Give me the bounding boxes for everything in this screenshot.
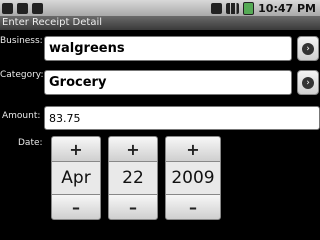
month-spinner: + Apr – xyxy=(51,136,101,220)
year-spinner: + 2009 – xyxy=(165,136,221,220)
battery-icon xyxy=(243,1,255,15)
month-increment-button[interactable]: + xyxy=(51,136,101,162)
day-spinner: + 22 – xyxy=(108,136,158,220)
day-increment-button[interactable]: + xyxy=(108,136,158,162)
category-picker-button[interactable]: › xyxy=(297,70,319,95)
business-value: walgreens xyxy=(49,41,125,56)
category-label: Category: xyxy=(0,70,44,80)
arrow-right-icon: › xyxy=(302,42,314,55)
amount-value: 83.75 xyxy=(49,111,81,125)
status-bar: 10:47 PM xyxy=(0,0,320,16)
month-value[interactable]: Apr xyxy=(51,162,101,194)
year-decrement-button[interactable]: – xyxy=(165,194,221,220)
date-label: Date: xyxy=(18,138,43,148)
notification-icon xyxy=(2,2,13,14)
month-decrement-button[interactable]: – xyxy=(51,194,101,220)
day-decrement-button[interactable]: – xyxy=(108,194,158,220)
usb-icon xyxy=(32,2,43,14)
year-value[interactable]: 2009 xyxy=(165,162,221,194)
business-field[interactable]: walgreens xyxy=(44,36,292,61)
status-right-icons: 10:47 PM xyxy=(211,0,316,16)
year-increment-button[interactable]: + xyxy=(165,136,221,162)
arrow-right-icon: › xyxy=(302,76,314,89)
amount-field[interactable]: 83.75 xyxy=(44,106,320,130)
business-picker-button[interactable]: › xyxy=(297,36,319,61)
amount-label: Amount: xyxy=(2,111,41,121)
status-clock: 10:47 PM xyxy=(258,1,316,15)
day-value[interactable]: 22 xyxy=(108,162,158,194)
download-icon xyxy=(17,2,28,14)
status-left-icons xyxy=(2,0,43,16)
category-value: Grocery xyxy=(49,75,107,90)
business-label: Business: xyxy=(0,36,43,46)
sync-icon xyxy=(211,2,223,14)
screen-title: Enter Receipt Detail xyxy=(0,16,320,30)
signal-icon xyxy=(226,2,240,14)
category-field[interactable]: Grocery xyxy=(44,70,292,95)
